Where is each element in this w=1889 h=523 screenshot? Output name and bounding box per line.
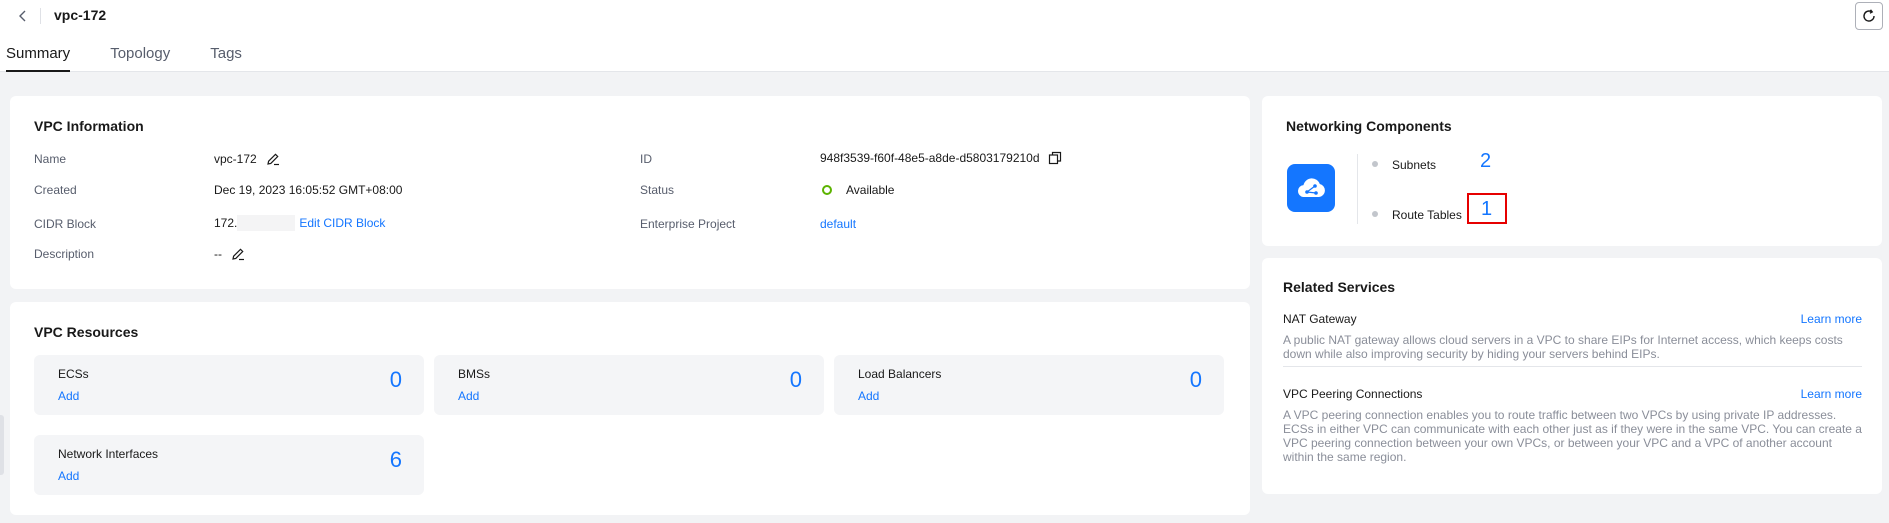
resource-count[interactable]: 6 bbox=[390, 447, 402, 473]
related-services-card: Related Services NAT Gateway Learn more … bbox=[1262, 258, 1882, 494]
vpc-peering-learn-more-link[interactable]: Learn more bbox=[1801, 387, 1862, 401]
back-button[interactable] bbox=[12, 5, 34, 27]
resource-ecss: ECSs Add 0 bbox=[34, 355, 424, 415]
copy-icon bbox=[1048, 151, 1061, 165]
add-network-interface-link[interactable]: Add bbox=[58, 469, 79, 483]
status-available-icon bbox=[822, 185, 832, 195]
bullet-icon bbox=[1372, 161, 1378, 167]
status-label: Status bbox=[640, 183, 675, 197]
chevron-left-icon bbox=[19, 10, 26, 22]
id-value: 948f3539-f60f-48e5-a8de-d5803179210d bbox=[820, 151, 1062, 165]
resource-count[interactable]: 0 bbox=[790, 367, 802, 393]
top-bar: vpc-172 Summary Topology Tags bbox=[0, 0, 1889, 72]
cidr-text: 172. bbox=[214, 216, 238, 230]
name-text: vpc-172 bbox=[214, 152, 257, 166]
resource-name: Load Balancers bbox=[858, 367, 942, 381]
refresh-icon bbox=[1863, 9, 1875, 22]
related-services-title: Related Services bbox=[1283, 279, 1396, 295]
resource-bmss: BMSs Add 0 bbox=[434, 355, 824, 415]
vpc-resources-card: VPC Resources ECSs Add 0 BMSs Add 0 Load… bbox=[10, 302, 1250, 515]
route-tables-count-link[interactable]: 1 bbox=[1481, 198, 1492, 221]
tab-bar: Summary Topology Tags bbox=[0, 40, 276, 72]
id-label: ID bbox=[640, 152, 652, 166]
created-value: Dec 19, 2023 16:05:52 GMT+08:00 bbox=[214, 183, 403, 197]
tab-tags[interactable]: Tags bbox=[210, 40, 242, 72]
vpc-information-card: VPC Information Name vpc-172 Created Dec… bbox=[10, 96, 1250, 289]
add-ecs-link[interactable]: Add bbox=[58, 389, 79, 403]
resource-name: BMSs bbox=[458, 367, 491, 381]
vpc-peering-description: A VPC peering connection enables you to … bbox=[1283, 408, 1862, 464]
pencil-icon bbox=[266, 153, 279, 166]
resource-count[interactable]: 0 bbox=[1190, 367, 1202, 393]
description-label: Description bbox=[34, 247, 95, 261]
title-divider bbox=[40, 8, 41, 24]
cloud-network-icon bbox=[1287, 164, 1335, 212]
services-divider bbox=[1283, 366, 1862, 367]
tab-topology[interactable]: Topology bbox=[110, 40, 170, 72]
created-label: Created bbox=[34, 183, 77, 197]
vpc-peering-name: VPC Peering Connections bbox=[1283, 387, 1423, 401]
resource-name: ECSs bbox=[58, 367, 89, 381]
vpc-resources-title: VPC Resources bbox=[34, 324, 139, 340]
cidr-masked-area bbox=[237, 215, 296, 231]
description-value: -- bbox=[214, 247, 245, 261]
resource-count[interactable]: 0 bbox=[390, 367, 402, 393]
status-value: Available bbox=[822, 183, 894, 197]
tab-summary[interactable]: Summary bbox=[6, 40, 71, 72]
vpc-information-title: VPC Information bbox=[34, 118, 144, 134]
name-label: Name bbox=[34, 152, 67, 166]
description-text: -- bbox=[214, 247, 222, 261]
resource-load-balancers: Load Balancers Add 0 bbox=[834, 355, 1224, 415]
cidr-value: 172. Edit CIDR Block bbox=[214, 215, 385, 231]
refresh-button[interactable] bbox=[1855, 2, 1883, 30]
side-panel-handle[interactable] bbox=[0, 415, 4, 475]
cidr-label: CIDR Block bbox=[34, 217, 97, 231]
add-load-balancer-link[interactable]: Add bbox=[858, 389, 879, 403]
route-tables-label: Route Tables bbox=[1392, 208, 1462, 222]
id-text: 948f3539-f60f-48e5-a8de-d5803179210d bbox=[820, 151, 1040, 165]
bullet-icon bbox=[1372, 211, 1378, 217]
subnets-count-link[interactable]: 2 bbox=[1480, 150, 1491, 173]
components-divider bbox=[1357, 154, 1358, 224]
page-title: vpc-172 bbox=[54, 7, 107, 23]
subnets-label: Subnets bbox=[1392, 158, 1437, 172]
edit-cidr-link[interactable]: Edit CIDR Block bbox=[299, 216, 385, 230]
edit-name-icon[interactable] bbox=[266, 152, 280, 166]
name-value: vpc-172 bbox=[214, 152, 280, 166]
add-bms-link[interactable]: Add bbox=[458, 389, 479, 403]
enterprise-project-label: Enterprise Project bbox=[640, 217, 736, 231]
enterprise-project-link[interactable]: default bbox=[820, 217, 856, 231]
networking-components-card: Networking Components Subnets 2 Route Ta… bbox=[1262, 96, 1882, 246]
resource-name: Network Interfaces bbox=[58, 447, 159, 461]
nat-gateway-name: NAT Gateway bbox=[1283, 312, 1357, 326]
resource-network-interfaces: Network Interfaces Add 6 bbox=[34, 435, 424, 495]
edit-description-icon[interactable] bbox=[231, 247, 245, 261]
copy-id-icon[interactable] bbox=[1048, 151, 1062, 165]
status-text: Available bbox=[846, 183, 895, 197]
nat-gateway-description: A public NAT gateway allows cloud server… bbox=[1283, 333, 1843, 361]
pencil-icon bbox=[232, 248, 244, 261]
networking-components-title: Networking Components bbox=[1286, 118, 1452, 134]
nat-gateway-learn-more-link[interactable]: Learn more bbox=[1801, 312, 1862, 326]
